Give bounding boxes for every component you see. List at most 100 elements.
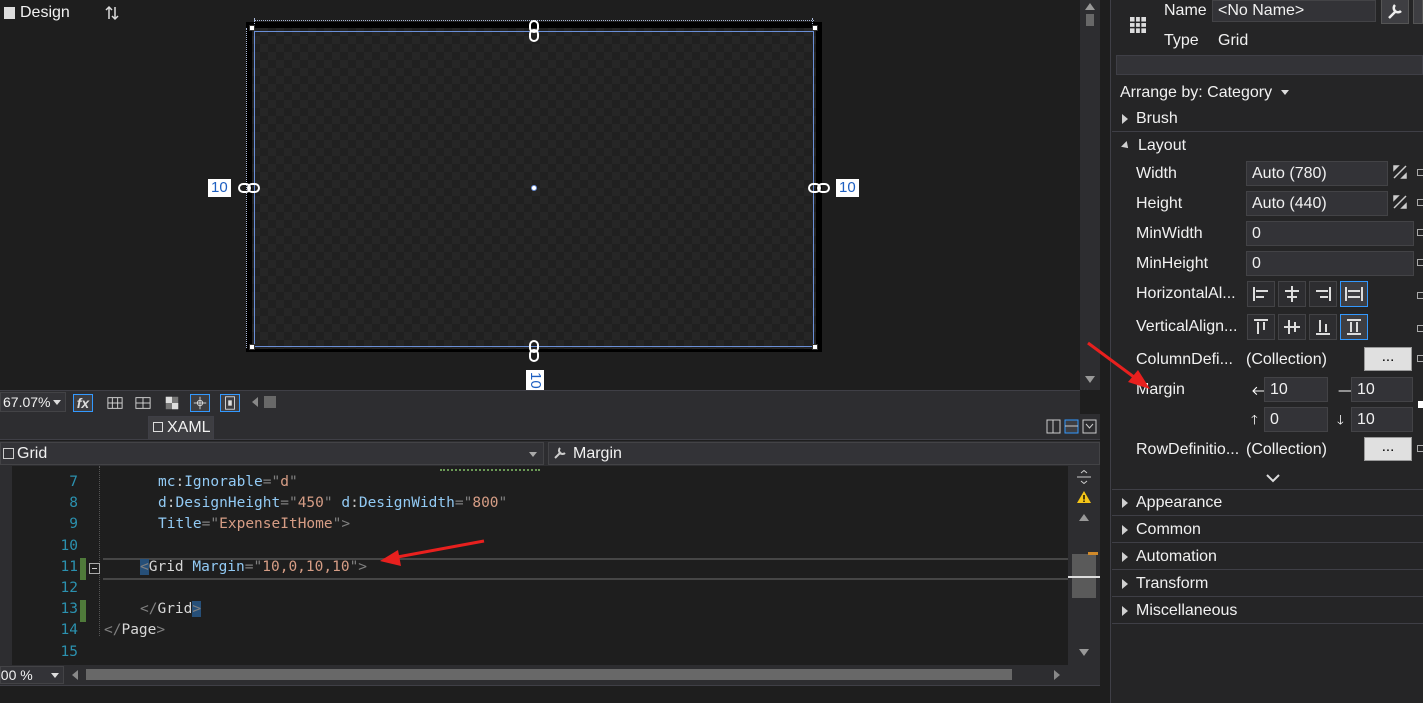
halign-right-button[interactable] <box>1309 281 1337 307</box>
scroll-down-icon[interactable] <box>1079 649 1089 656</box>
designer-hscroll-thumb[interactable] <box>264 396 276 408</box>
margin-left-input[interactable]: 10 <box>1264 377 1328 402</box>
code-token: </ <box>140 601 158 618</box>
valign-top-button[interactable] <box>1247 314 1275 340</box>
editor-hscroll-thumb[interactable] <box>86 669 1012 680</box>
scroll-right-icon[interactable] <box>1054 670 1060 680</box>
tab-xaml[interactable]: XAML <box>148 416 214 440</box>
tab-design[interactable]: Design <box>4 2 70 26</box>
code-line[interactable]: Title="ExpenseItHome"> <box>158 516 350 532</box>
property-marker[interactable] <box>1417 199 1423 206</box>
resize-handle-bottom-left[interactable] <box>249 344 255 350</box>
designer-zoom-dropdown[interactable]: 67.07% <box>0 392 66 412</box>
left-margin-link-icon[interactable] <box>238 180 260 196</box>
right-margin-link-icon[interactable] <box>808 180 830 196</box>
editor-vertical-scrollbar[interactable] <box>1068 466 1100 666</box>
align-top-icon <box>1254 319 1268 334</box>
swap-panes-button[interactable] <box>104 2 120 26</box>
device-preview-icon[interactable] <box>220 394 240 412</box>
property-marker[interactable] <box>1417 169 1423 176</box>
resize-handle-bottom-right[interactable] <box>812 344 818 350</box>
category-common[interactable]: Common <box>1112 517 1423 543</box>
show-advanced-toggle[interactable] <box>1112 468 1423 490</box>
code-token: d <box>341 495 351 512</box>
category-appearance[interactable]: Appearance <box>1112 490 1423 516</box>
width-input[interactable]: Auto (780) <box>1246 161 1388 186</box>
margin-right-input[interactable]: 10 <box>1351 377 1413 402</box>
artboard-background-icon[interactable] <box>162 394 182 412</box>
element-selector-dropdown[interactable]: Grid <box>0 442 544 465</box>
center-handle[interactable] <box>531 185 537 191</box>
resize-handle-top-left[interactable] <box>249 25 255 31</box>
align-right-icon <box>1316 287 1331 301</box>
code-line[interactable]: d:DesignHeight="450" d:DesignWidth="800" <box>158 495 507 511</box>
scroll-up-icon[interactable] <box>1079 514 1089 521</box>
minheight-input[interactable]: 0 <box>1246 251 1414 276</box>
set-auto-icon[interactable] <box>1393 195 1407 209</box>
snap-gridlines-icon[interactable] <box>133 394 153 412</box>
design-surface[interactable]: 10 10 10 <box>0 0 1080 390</box>
set-auto-icon[interactable] <box>1393 165 1407 179</box>
name-input[interactable]: <No Name> <box>1212 0 1376 22</box>
expand-icon <box>1122 497 1128 508</box>
height-input[interactable]: Auto (440) <box>1246 191 1388 216</box>
halign-stretch-button[interactable] <box>1340 281 1368 307</box>
scroll-left-icon[interactable] <box>72 670 78 680</box>
warning-icon[interactable] <box>1076 490 1092 504</box>
property-marker[interactable] <box>1417 325 1423 332</box>
expand-icon <box>1122 524 1128 535</box>
events-button[interactable] <box>1413 0 1423 24</box>
code-line[interactable]: </Page> <box>104 622 165 638</box>
category-transform[interactable]: Transform <box>1112 571 1423 597</box>
category-miscellaneous[interactable]: Miscellaneous <box>1112 598 1423 624</box>
halign-left-button[interactable] <box>1247 281 1275 307</box>
code-token: "> <box>349 558 368 575</box>
category-automation[interactable]: Automation <box>1112 544 1423 570</box>
property-marker[interactable] <box>1417 355 1423 362</box>
bottom-margin-link-icon[interactable] <box>526 340 542 362</box>
category-brush[interactable]: Brush <box>1112 106 1423 132</box>
code-line[interactable]: <Grid Margin="10,0,10,10"> <box>140 558 368 575</box>
property-marker[interactable] <box>1418 401 1423 408</box>
top-margin-link-icon[interactable] <box>526 20 542 42</box>
scroll-left-icon[interactable] <box>252 397 258 407</box>
pane-layout-icons[interactable] <box>1046 419 1098 435</box>
designer-vertical-scrollbar[interactable] <box>1080 0 1100 390</box>
property-marker[interactable] <box>1417 445 1423 452</box>
code-line[interactable]: </Grid> <box>140 601 202 618</box>
valign-bottom-button[interactable] <box>1309 314 1337 340</box>
snap-to-snaplines-icon[interactable] <box>190 394 210 412</box>
property-marker[interactable] <box>1417 259 1423 266</box>
xaml-code-editor[interactable]: 7 mc:Ignorable="d" 8 d:DesignHeight="450" d… <box>0 466 1068 666</box>
minheight-label: MinHeight <box>1136 255 1209 272</box>
property-search-input[interactable] <box>1116 55 1423 75</box>
collapse-toggle[interactable] <box>89 563 100 574</box>
name-options-button[interactable] <box>1381 0 1409 24</box>
fx-effects-toggle[interactable]: fx <box>73 394 93 412</box>
code-token: </ <box>104 622 122 639</box>
column-definitions-edit-button[interactable]: ... <box>1364 347 1412 371</box>
member-selector-dropdown[interactable]: Margin <box>548 442 1100 465</box>
margin-top-input[interactable]: 0 <box>1264 407 1328 432</box>
overview-marker <box>1088 552 1098 555</box>
category-transform-label: Transform <box>1136 575 1209 592</box>
property-marker[interactable] <box>1417 229 1423 236</box>
editor-zoom-dropdown[interactable]: 100 % <box>0 666 64 684</box>
valign-stretch-button[interactable] <box>1340 314 1368 340</box>
resize-handle-top-right[interactable] <box>812 25 818 31</box>
grid-toggle-icon[interactable] <box>105 394 125 412</box>
split-editor-icon[interactable] <box>1076 470 1092 484</box>
row-definitions-edit-button[interactable]: ... <box>1364 437 1412 461</box>
valign-center-button[interactable] <box>1278 314 1306 340</box>
category-layout[interactable]: Layout <box>1112 133 1423 159</box>
scroll-down-icon[interactable] <box>1085 376 1095 383</box>
property-marker[interactable] <box>1417 292 1423 299</box>
minwidth-input[interactable]: 0 <box>1246 221 1414 246</box>
change-marker <box>80 558 86 580</box>
margin-bottom-input[interactable]: 10 <box>1351 407 1413 432</box>
scroll-thumb[interactable] <box>1086 14 1094 26</box>
halign-center-button[interactable] <box>1278 281 1306 307</box>
scroll-up-icon[interactable] <box>1085 3 1095 10</box>
arrange-by-dropdown[interactable]: Arrange by: Category <box>1120 84 1289 102</box>
code-line[interactable]: mc:Ignorable="d" <box>158 474 298 490</box>
